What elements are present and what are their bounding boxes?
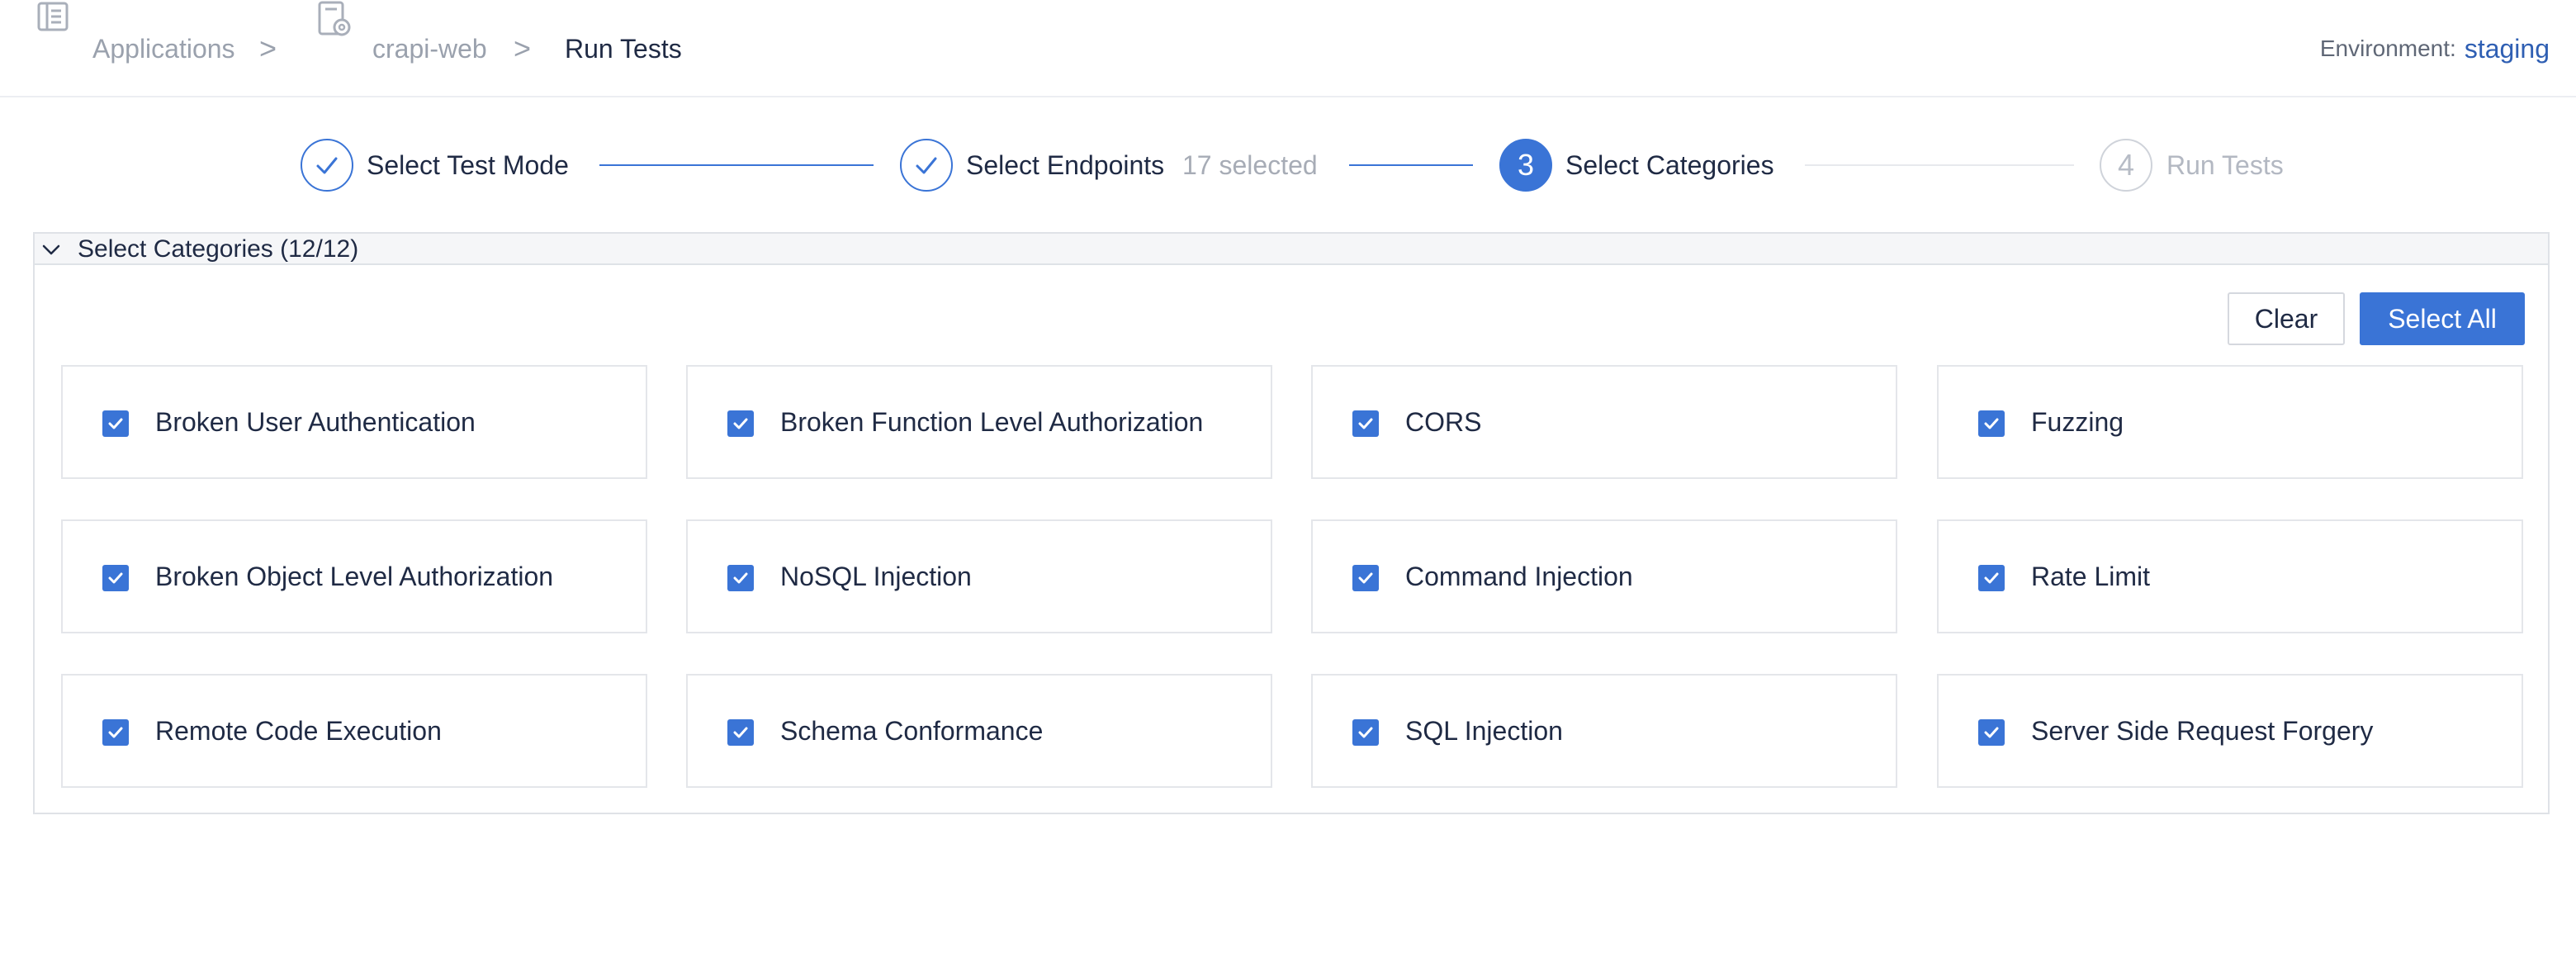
category-card[interactable]: Broken Object Level Authorization	[61, 519, 647, 633]
category-label: Broken Function Level Authorization	[780, 406, 1204, 437]
categories-panel-title: Select Categories (12/12)	[78, 235, 359, 263]
category-label: Schema Conformance	[780, 715, 1044, 746]
category-label: Broken Object Level Authorization	[155, 561, 554, 591]
step-connector	[1349, 164, 1473, 166]
breadcrumb-current: Run Tests	[565, 33, 682, 64]
applications-list-icon[interactable]	[36, 0, 69, 33]
category-card[interactable]: SQL Injection	[1311, 674, 1897, 788]
category-card[interactable]: Broken User Authentication	[61, 365, 647, 479]
environment-label: Environment:	[2319, 36, 2456, 61]
select-all-button[interactable]: Select All	[2360, 292, 2525, 345]
step-2-selected-count: 17 selected	[1182, 149, 1318, 180]
categories-panel-header[interactable]: Select Categories (12/12)	[35, 234, 2548, 265]
category-label: Remote Code Execution	[155, 715, 442, 746]
checkbox-checked-icon[interactable]	[727, 410, 754, 437]
category-card[interactable]: Server Side Request Forgery	[1937, 674, 2523, 788]
category-label: Command Injection	[1405, 561, 1633, 591]
category-card[interactable]: Schema Conformance	[686, 674, 1272, 788]
wizard-stepper: Select Test Mode Select Endpoints 17 sel…	[0, 132, 2576, 198]
category-card[interactable]: NoSQL Injection	[686, 519, 1272, 633]
categories-panel: Select Categories (12/12) Clear Select A…	[33, 232, 2550, 814]
step-1-label[interactable]: Select Test Mode	[367, 132, 569, 198]
step-3-indicator[interactable]: 3	[1499, 139, 1552, 192]
checkbox-checked-icon[interactable]	[1978, 565, 2005, 591]
checkbox-checked-icon[interactable]	[1978, 410, 2005, 437]
category-label: SQL Injection	[1405, 715, 1563, 746]
step-4-indicator: 4	[2100, 139, 2152, 192]
checkbox-checked-icon[interactable]	[1978, 719, 2005, 746]
step-2-check-icon[interactable]	[900, 139, 953, 192]
category-label: Rate Limit	[2031, 561, 2151, 591]
category-card[interactable]: Rate Limit	[1937, 519, 2523, 633]
category-card[interactable]: Fuzzing	[1937, 365, 2523, 479]
step-3-number: 3	[1517, 148, 1535, 182]
category-card[interactable]: Remote Code Execution	[61, 674, 647, 788]
checkbox-checked-icon[interactable]	[1352, 410, 1379, 437]
app-settings-icon[interactable]	[317, 0, 352, 38]
step-2-label[interactable]: Select Endpoints	[966, 132, 1164, 198]
step-4-label: Run Tests	[2166, 149, 2284, 180]
checkbox-checked-icon[interactable]	[102, 410, 129, 437]
step-connector	[599, 164, 874, 166]
category-card[interactable]: CORS	[1311, 365, 1897, 479]
environment-value[interactable]: staging	[2465, 34, 2550, 64]
step-4-number: 4	[2117, 148, 2135, 182]
category-card[interactable]: Broken Function Level Authorization	[686, 365, 1272, 479]
breadcrumb-separator: >	[514, 31, 532, 65]
category-label: CORS	[1405, 406, 1482, 437]
checkbox-checked-icon[interactable]	[102, 719, 129, 746]
checkbox-checked-icon[interactable]	[727, 565, 754, 591]
checkbox-checked-icon[interactable]	[1352, 565, 1379, 591]
category-card[interactable]: Command Injection	[1311, 519, 1897, 633]
category-label: Fuzzing	[2031, 406, 2124, 437]
top-bar: Applications > crapi-web > Run Tests Env…	[0, 0, 2576, 97]
clear-button[interactable]: Clear	[2228, 292, 2345, 345]
step-connector	[1805, 164, 2074, 166]
checkbox-checked-icon[interactable]	[102, 565, 129, 591]
breadcrumb-applications[interactable]: Applications	[92, 0, 235, 97]
breadcrumb-separator: >	[259, 31, 277, 65]
category-label: NoSQL Injection	[780, 561, 972, 591]
step-1-check-icon[interactable]	[301, 139, 353, 192]
category-label: Broken User Authentication	[155, 406, 476, 437]
category-label: Server Side Request Forgery	[2031, 715, 2374, 746]
breadcrumb-app[interactable]: crapi-web	[372, 0, 487, 97]
checkbox-checked-icon[interactable]	[727, 719, 754, 746]
chevron-down-icon[interactable]	[38, 237, 64, 262]
step-3-label[interactable]: Select Categories	[1565, 132, 1774, 198]
checkbox-checked-icon[interactable]	[1352, 719, 1379, 746]
environment-indicator: Environment: staging	[2320, 0, 2550, 97]
